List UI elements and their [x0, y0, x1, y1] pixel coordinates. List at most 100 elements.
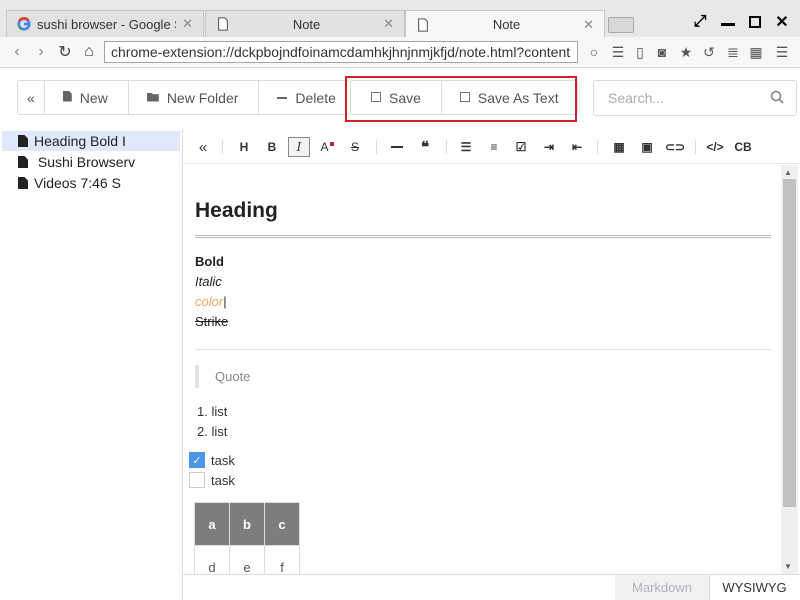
table-header-cell: a	[194, 502, 230, 546]
sidebar-file-item[interactable]: Sushi Browserv	[2, 152, 180, 172]
back-icon[interactable]: ‹	[8, 43, 26, 61]
camera-icon[interactable]: ◙	[654, 44, 670, 60]
doc-heading: Heading	[195, 199, 278, 222]
scroll-up-icon[interactable]: ▲	[784, 168, 792, 177]
new-button[interactable]: New	[45, 81, 129, 114]
scroll-down-icon[interactable]: ▼	[784, 562, 792, 571]
file-actions-group: « New New Folder Delete	[17, 80, 351, 115]
task-item: ✓ task	[189, 452, 235, 468]
file-label: Heading Bold I	[34, 133, 126, 149]
home-icon[interactable]: ⌂	[80, 43, 98, 61]
doc-italic-text: Italic	[195, 274, 222, 289]
search-icon[interactable]	[770, 90, 784, 107]
highlight-annotation	[345, 76, 577, 122]
file-icon	[18, 156, 28, 168]
numbered-list-icon[interactable]: ≡	[483, 137, 505, 157]
new-tab-button[interactable]	[608, 17, 634, 33]
task-label: task	[211, 472, 235, 488]
quote-icon[interactable]: ❝	[414, 137, 436, 157]
forward-icon[interactable]: ›	[32, 43, 50, 61]
folder-icon	[146, 91, 159, 105]
outdent-icon[interactable]: ⇤	[566, 137, 588, 157]
table-header-cell: b	[229, 502, 265, 546]
horizontal-rule	[195, 349, 771, 350]
search-input[interactable]	[608, 90, 758, 106]
browser-tab-strip: sushi browser - Google S ✕ Note ✕ Note ✕…	[0, 0, 800, 38]
collapse-sidebar-button[interactable]: «	[18, 81, 45, 114]
text-color-button[interactable]: A	[316, 137, 338, 157]
tab-title: Note	[292, 16, 321, 32]
minus-icon	[277, 91, 288, 105]
editor-toolbar: « H B I A S ❝ ☰ ≡ ☑ ⇥ ⇤ ▦ ▣ ⊂⊃ </> CB	[183, 130, 800, 164]
close-icon[interactable]: ✕	[583, 17, 594, 33]
sidebar-file-item[interactable]: Videos 7:46 S	[2, 173, 180, 193]
file-icon	[18, 135, 28, 147]
address-bar-row: ‹ › ↻ ⌂ chrome-extension://dckpbojndfoin…	[0, 37, 800, 68]
page-icon	[218, 17, 228, 31]
table-icon[interactable]: ▦	[608, 137, 630, 157]
file-label: Sushi Browserv	[34, 154, 136, 170]
editor-content[interactable]: Heading Bold Italic color| Strike Quote …	[183, 165, 781, 575]
table-cell: f	[264, 545, 300, 575]
sidebar-file-item[interactable]: Heading Bold I	[2, 131, 180, 151]
page-icon	[418, 17, 428, 32]
bullet-list-icon[interactable]: ☰	[455, 137, 477, 157]
wysiwyg-mode-button[interactable]: WYSIWYG	[709, 575, 799, 600]
history-icon[interactable]: ↺	[701, 44, 717, 60]
reload-icon[interactable]: ↻	[56, 43, 74, 61]
code-block-button[interactable]: CB	[732, 137, 754, 157]
mode-switch-bar: Markdown WYSIWYG	[183, 574, 800, 600]
heading-rule	[195, 235, 771, 238]
list-icon[interactable]: ☰	[610, 44, 626, 60]
editor-pane: « H B I A S ❝ ☰ ≡ ☑ ⇥ ⇤ ▦ ▣ ⊂⊃ </> CB He…	[183, 130, 800, 600]
collapse-editor-button[interactable]: «	[192, 137, 214, 157]
task-checkbox[interactable]	[189, 472, 205, 488]
new-folder-button[interactable]: New Folder	[129, 81, 260, 114]
text-color-label: A	[320, 140, 329, 154]
table-header-cell: c	[264, 502, 300, 546]
star-icon[interactable]: ★	[678, 44, 694, 60]
close-window-icon[interactable]: ✕	[772, 12, 792, 32]
task-item: task	[189, 472, 235, 488]
table-header-row: a b c	[194, 502, 300, 546]
horizontal-rule-icon[interactable]	[386, 137, 408, 157]
scrollbar-thumb[interactable]	[783, 179, 796, 507]
google-icon	[17, 17, 31, 31]
editor-scrollbar[interactable]: ▲ ▼	[781, 165, 798, 575]
markdown-mode-button[interactable]: Markdown	[615, 575, 709, 600]
doc-color-text: color|	[195, 294, 227, 309]
link-icon[interactable]: ⊂⊃	[664, 137, 686, 157]
circle-icon[interactable]: ○	[586, 44, 602, 60]
browser-tab-sushi[interactable]: sushi browser - Google S ✕	[6, 10, 204, 37]
heading-button[interactable]: H	[233, 137, 255, 157]
task-list-icon[interactable]: ☑	[510, 137, 532, 157]
ordered-list-item: 2. list	[197, 424, 228, 439]
table-cell: e	[229, 545, 265, 575]
code-icon[interactable]: </>	[704, 137, 726, 157]
text-cursor: |	[223, 294, 227, 309]
database-icon[interactable]: ≣	[725, 44, 741, 60]
strike-button[interactable]: S	[344, 137, 366, 157]
maximize-icon[interactable]	[745, 12, 765, 32]
indent-icon[interactable]: ⇥	[538, 137, 560, 157]
close-icon[interactable]: ✕	[383, 16, 394, 32]
new-folder-label: New Folder	[166, 89, 239, 106]
image-icon[interactable]: ▣	[636, 137, 658, 157]
red-dot-icon	[329, 142, 334, 146]
fullscreen-icon[interactable]: ⤢	[690, 12, 710, 32]
minimize-icon[interactable]	[718, 12, 738, 32]
browser-tab-note-active[interactable]: Note ✕	[405, 10, 605, 38]
italic-button[interactable]: I	[288, 137, 310, 157]
delete-button[interactable]: Delete	[259, 81, 349, 114]
film-icon[interactable]: ▦	[748, 44, 764, 60]
menu-icon[interactable]: ☰	[774, 44, 790, 60]
bold-button[interactable]: B	[261, 137, 283, 157]
mobile-icon[interactable]: ▯	[632, 44, 648, 60]
task-checkbox-checked[interactable]: ✓	[189, 452, 205, 468]
ordered-list-item: 1. list	[197, 404, 228, 419]
doc-table: a b c d e f	[194, 502, 300, 575]
url-input[interactable]: chrome-extension://dckpbojndfoinamcdamhk…	[104, 41, 578, 63]
browser-tab-note[interactable]: Note ✕	[205, 10, 405, 37]
file-icon	[62, 90, 72, 105]
close-icon[interactable]: ✕	[182, 16, 193, 32]
